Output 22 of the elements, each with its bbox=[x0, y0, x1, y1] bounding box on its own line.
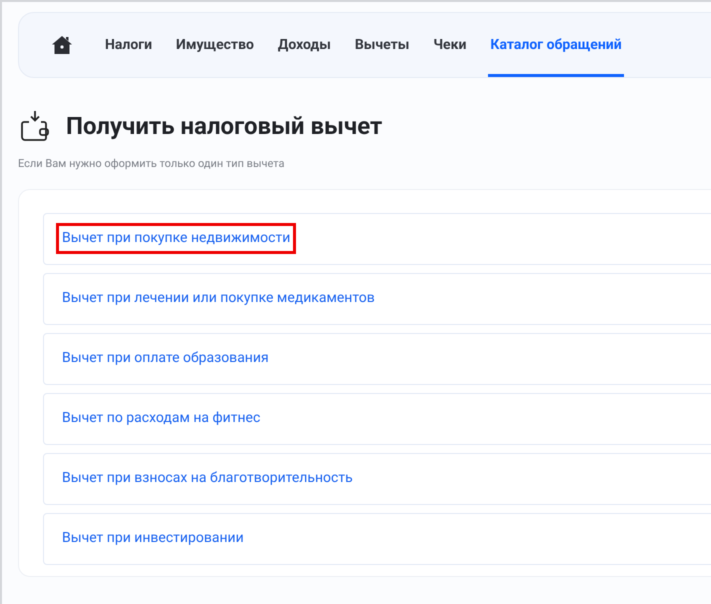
deduction-link[interactable]: Вычет при инвестировании bbox=[56, 523, 250, 554]
deduction-item[interactable]: Вычет при лечении или покупке медикаментов bbox=[43, 272, 711, 324]
deduction-item[interactable]: Вычет при покупке недвижимости bbox=[43, 212, 711, 264]
deduction-item[interactable]: Вычет по расходам на фитнес bbox=[43, 392, 711, 444]
nav-tab[interactable]: Каталог обращений bbox=[488, 13, 624, 77]
nav-tab[interactable]: Вычеты bbox=[352, 13, 412, 77]
page-subtitle: Если Вам нужно оформить только один тип вычета bbox=[18, 156, 286, 172]
page-title: Получить налоговый вычет bbox=[66, 111, 382, 142]
nav-tab[interactable]: Чеки bbox=[431, 13, 468, 77]
home-icon bbox=[51, 35, 73, 55]
wallet-download-icon bbox=[20, 110, 50, 142]
deduction-item[interactable]: Вычет при оплате образования bbox=[43, 332, 711, 384]
deduction-link[interactable]: Вычет по расходам на фитнес bbox=[56, 403, 266, 434]
deduction-link[interactable]: Вычет при покупке недвижимости bbox=[56, 223, 296, 254]
deduction-item[interactable]: Вычет при взносах на благотворительность bbox=[43, 452, 711, 504]
nav-tab[interactable]: Доходы bbox=[276, 13, 333, 77]
deduction-link[interactable]: Вычет при оплате образования bbox=[56, 343, 275, 374]
nav-tab[interactable]: Имущество bbox=[174, 13, 256, 77]
deduction-link[interactable]: Вычет при взносах на благотворительность bbox=[56, 463, 359, 494]
deduction-link[interactable]: Вычет при лечении или покупке медикаментов bbox=[56, 283, 381, 314]
nav-tab[interactable]: Налоги bbox=[103, 13, 154, 77]
deduction-item[interactable]: Вычет при инвестировании bbox=[43, 512, 711, 564]
